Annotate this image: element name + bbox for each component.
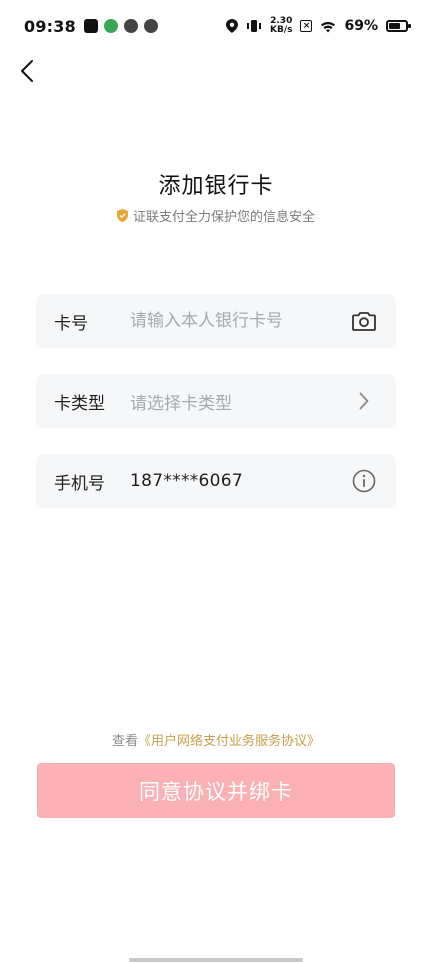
tiktok-icon [83, 19, 98, 33]
card-type-label: 卡类型 [54, 393, 105, 414]
card-type-select[interactable]: 请选择卡类型 [130, 389, 350, 414]
agreement-text: 查看《用户网络支付业务服务协议》 [0, 730, 432, 749]
status-left: 09:38 [24, 17, 158, 36]
battery-percent: 69% [344, 18, 378, 34]
app-notification-icon [103, 19, 118, 33]
home-indicator[interactable] [129, 958, 303, 962]
card-number-input[interactable] [130, 311, 350, 331]
camera-icon [352, 312, 376, 331]
battery-icon [386, 20, 411, 32]
no-sim-icon: × [300, 20, 313, 32]
location-icon [226, 19, 238, 33]
agreement-link[interactable]: 《用户网络支付业务服务协议》 [138, 734, 320, 749]
phone-info-button[interactable] [350, 467, 378, 495]
security-notice: 证联支付全力保护您的信息安全 [0, 206, 432, 225]
status-time: 09:38 [24, 16, 76, 36]
sync-app-icon [123, 19, 138, 33]
phone-label: 手机号 [54, 473, 105, 494]
status-right: 2.30 KB/s × 69% [226, 17, 411, 35]
chevron-left-icon [21, 60, 33, 82]
card-number-field: 卡号 [36, 294, 396, 348]
chevron-right-icon [359, 392, 369, 410]
card-type-field[interactable]: 卡类型 请选择卡类型 [36, 374, 396, 428]
phone-field: 手机号 187****6067 [36, 454, 396, 508]
security-notice-text: 证联支付全力保护您的信息安全 [132, 210, 315, 225]
wechat-icon [143, 19, 158, 33]
status-bar: 09:38 2.30 KB/s × 69% [0, 0, 432, 52]
card-number-label: 卡号 [54, 313, 88, 334]
page-title: 添加银行卡 [158, 174, 274, 199]
agree-and-bind-button[interactable]: 同意协议并绑卡 [37, 763, 395, 818]
scan-card-button[interactable] [350, 307, 378, 335]
shield-icon [116, 209, 128, 222]
vibrate-icon [247, 20, 261, 32]
status-app-icons [83, 19, 158, 33]
network-speed-unit: KB/s [270, 25, 293, 35]
wifi-icon [321, 21, 336, 32]
info-icon [352, 469, 376, 493]
agreement-prefix: 查看 [111, 734, 138, 749]
card-type-arrow [350, 387, 378, 415]
back-button[interactable] [10, 54, 44, 88]
battery-fill [389, 23, 400, 29]
phone-value: 187****6067 [130, 471, 244, 491]
network-speed: 2.30 KB/s [270, 17, 292, 35]
